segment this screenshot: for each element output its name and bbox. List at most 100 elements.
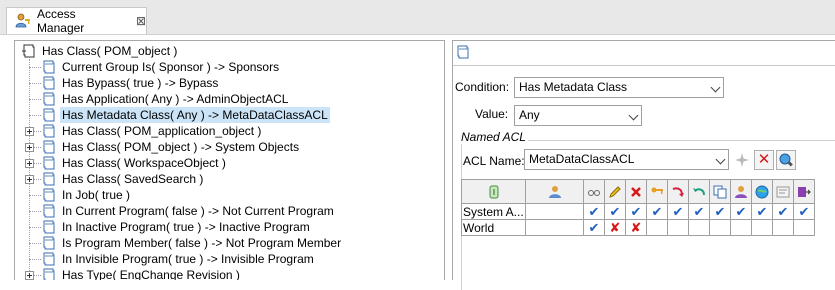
tree-node[interactable]: In Inactive Program( true ) -> Inactive …: [41, 219, 312, 235]
permission-cell[interactable]: [667, 219, 689, 236]
permission-cell[interactable]: ✔: [751, 203, 773, 220]
rule-node-icon: [43, 252, 55, 266]
acl-column-header[interactable]: [709, 179, 731, 204]
permission-cell[interactable]: ✘: [604, 219, 626, 236]
check-icon: ✔: [735, 203, 747, 219]
permission-cell[interactable]: ✔: [604, 203, 626, 220]
permission-cell[interactable]: [688, 219, 710, 236]
tree-root-node[interactable]: Has Class( POM_object ): [21, 43, 179, 59]
rule-node-icon: [43, 60, 55, 74]
accessor-type-cell[interactable]: System A...: [461, 203, 526, 220]
acl-column-header[interactable]: [583, 179, 605, 204]
acl-column-header[interactable]: [751, 179, 773, 204]
tree-node-label: Has Application( Any ) -> AdminObjectACL: [62, 92, 289, 106]
find-acl-icon[interactable]: [776, 150, 796, 170]
permission-cell[interactable]: ✔: [667, 203, 689, 220]
expand-plus-icon[interactable]: [25, 127, 34, 136]
tree-node-label: Has Type( EngChange Revision ): [62, 268, 240, 280]
export-icon: [798, 186, 811, 197]
accessor-id-cell[interactable]: [525, 203, 584, 220]
acl-column-header[interactable]: [667, 179, 689, 204]
acl-column-header[interactable]: [772, 179, 794, 204]
acl-name-combo[interactable]: MetaDataClassACL: [524, 149, 729, 170]
publish-icon: [755, 185, 769, 199]
condition-select[interactable]: Has Metadata Class: [514, 77, 724, 98]
tree-node[interactable]: Has Class( WorkspaceObject ): [41, 155, 228, 171]
permission-cell[interactable]: ✘: [625, 219, 647, 236]
permission-cell[interactable]: [751, 219, 773, 236]
permission-cell[interactable]: [793, 219, 815, 236]
detail-toolbar: [453, 41, 835, 66]
tree-node[interactable]: In Invisible Program( true ) -> Invisibl…: [41, 251, 316, 267]
permission-cell[interactable]: ✔: [772, 203, 794, 220]
acl-row[interactable]: World ✔ ✘ ✘: [461, 219, 815, 236]
check-icon: ✔: [714, 203, 726, 219]
tree-node[interactable]: Has Class( POM_application_object ): [41, 123, 263, 139]
acl-permissions-table[interactable]: System A... ✔ ✔ ✔ ✔ ✔ ✔ ✔ ✔ ✔ ✔ ✔ World ✔ ✘ ✘: [461, 179, 815, 236]
chevron-down-icon: [710, 82, 721, 93]
rule-node-icon: [22, 44, 35, 58]
expand-plus-icon[interactable]: [25, 143, 34, 152]
accessor-id-cell[interactable]: [525, 219, 584, 236]
expand-plus-icon[interactable]: [25, 271, 34, 280]
tab-access-manager[interactable]: Access Manager ⊠: [6, 7, 147, 35]
acl-column-header[interactable]: [793, 179, 815, 204]
tree-node[interactable]: In Current Program( false ) -> Not Curre…: [41, 203, 336, 219]
permission-cell[interactable]: ✔: [583, 219, 605, 236]
rule-node-icon: [43, 156, 55, 170]
named-acl-legend: Named ACL: [459, 130, 528, 144]
tree-node[interactable]: Has Metadata Class( Any ) -> MetaDataCla…: [41, 107, 330, 123]
cross-icon: ✘: [630, 219, 642, 235]
write-icon: [609, 186, 621, 198]
rule-node-icon: [43, 268, 55, 280]
tree-node[interactable]: Current Group Is( Sponsor ) -> Sponsors: [41, 59, 281, 75]
rule-detail-pane: Condition: Has Metadata Class Value: Any…: [452, 40, 835, 290]
permission-cell[interactable]: ✔: [625, 203, 647, 220]
close-icon[interactable]: ⊠: [136, 14, 146, 28]
acl-column-header[interactable]: [525, 179, 584, 204]
acl-column-header[interactable]: [646, 179, 668, 204]
expand-plus-icon[interactable]: [25, 159, 34, 168]
tree-connector: [29, 59, 30, 280]
acl-column-header[interactable]: [604, 179, 626, 204]
acl-column-header[interactable]: [625, 179, 647, 204]
editor-tab-bar: Access Manager ⊠: [0, 0, 835, 35]
permission-cell[interactable]: [709, 219, 731, 236]
tree-node[interactable]: In Job( true ): [41, 187, 132, 203]
tree-node[interactable]: Is Program Member( false ) -> Not Progra…: [41, 235, 343, 251]
tree-node[interactable]: Has Type( EngChange Revision ): [41, 267, 242, 280]
tree-node-label: In Invisible Program( true ) -> Invisibl…: [62, 252, 314, 266]
accessor-type-cell[interactable]: World: [461, 219, 526, 236]
cross-icon: ✘: [609, 219, 621, 235]
acl-column-header[interactable]: [461, 179, 526, 204]
rule-node-icon: [43, 236, 55, 250]
permission-cell[interactable]: ✔: [646, 203, 668, 220]
save-acl-icon[interactable]: [732, 150, 752, 170]
acl-column-header[interactable]: [730, 179, 752, 204]
acl-column-header[interactable]: [688, 179, 710, 204]
change-ownership-icon: [735, 185, 747, 198]
tree-node[interactable]: Has Class( SavedSearch ): [41, 171, 205, 187]
tree-node[interactable]: Has Class( POM_object ) -> System Object…: [41, 139, 301, 155]
permission-cell[interactable]: [730, 219, 752, 236]
promote-icon: [672, 187, 684, 197]
value-select[interactable]: Any: [514, 105, 642, 126]
permission-cell[interactable]: ✔: [709, 203, 731, 220]
permission-cell[interactable]: ✔: [583, 203, 605, 220]
acl-name-label: ACL Name:: [463, 154, 525, 168]
tree-node-label: In Inactive Program( true ) -> Inactive …: [62, 220, 310, 234]
delete-acl-icon[interactable]: ✕: [754, 150, 774, 170]
tree-node[interactable]: Has Bypass( true ) -> Bypass: [41, 75, 220, 91]
expand-plus-icon[interactable]: [25, 175, 34, 184]
rule-tree-pane: Has Class( POM_object ) Current Group Is(…: [14, 40, 445, 280]
permission-cell[interactable]: ✔: [688, 203, 710, 220]
permission-cell[interactable]: ✔: [730, 203, 752, 220]
tree-connector: [29, 211, 41, 212]
tree-connector: [29, 227, 41, 228]
tree-node[interactable]: Has Application( Any ) -> AdminObjectACL: [41, 91, 290, 107]
permission-cell[interactable]: ✔: [793, 203, 815, 220]
permission-cell[interactable]: [772, 219, 794, 236]
acl-row[interactable]: System A... ✔ ✔ ✔ ✔ ✔ ✔ ✔ ✔ ✔ ✔ ✔: [461, 203, 815, 220]
tree-connector: [29, 195, 41, 196]
permission-cell[interactable]: [646, 219, 668, 236]
